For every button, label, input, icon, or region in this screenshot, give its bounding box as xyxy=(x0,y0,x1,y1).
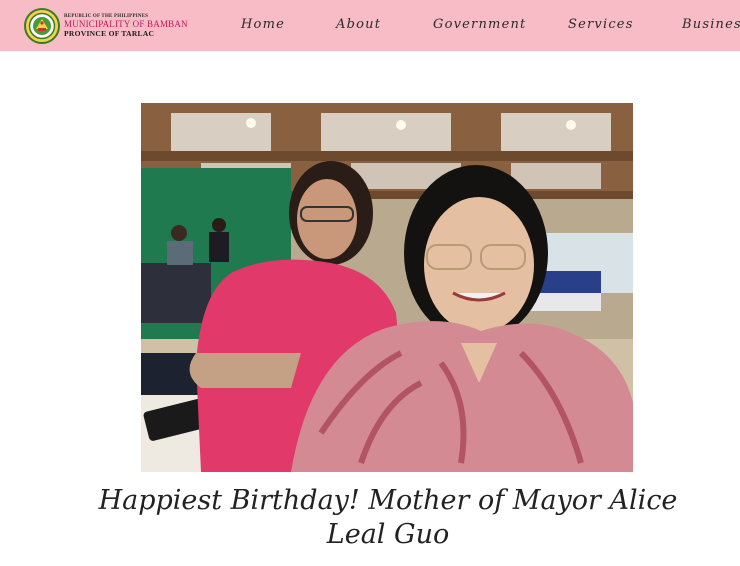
article-title: Happiest Birthday! Mother of Mayor Alice… xyxy=(98,485,678,550)
nav-business[interactable]: Business xyxy=(682,17,740,32)
article-photo xyxy=(141,103,633,472)
nav-home[interactable]: Home xyxy=(241,17,285,32)
nav-about[interactable]: About xyxy=(336,17,381,32)
brand-province: PROVINCE OF TARLAC xyxy=(64,29,155,38)
nav-government[interactable]: Government xyxy=(433,17,526,32)
top-navbar: REPUBLIC OF THE PHILIPPINES MUNICIPALITY… xyxy=(0,0,740,51)
brand-municipality: MUNICIPALITY OF BAMBAN xyxy=(64,19,188,29)
nav-services[interactable]: Services xyxy=(568,17,634,32)
municipal-seal-icon[interactable] xyxy=(24,8,60,44)
municipality-brand[interactable]: REPUBLIC OF THE PHILIPPINES MUNICIPALITY… xyxy=(64,14,188,38)
